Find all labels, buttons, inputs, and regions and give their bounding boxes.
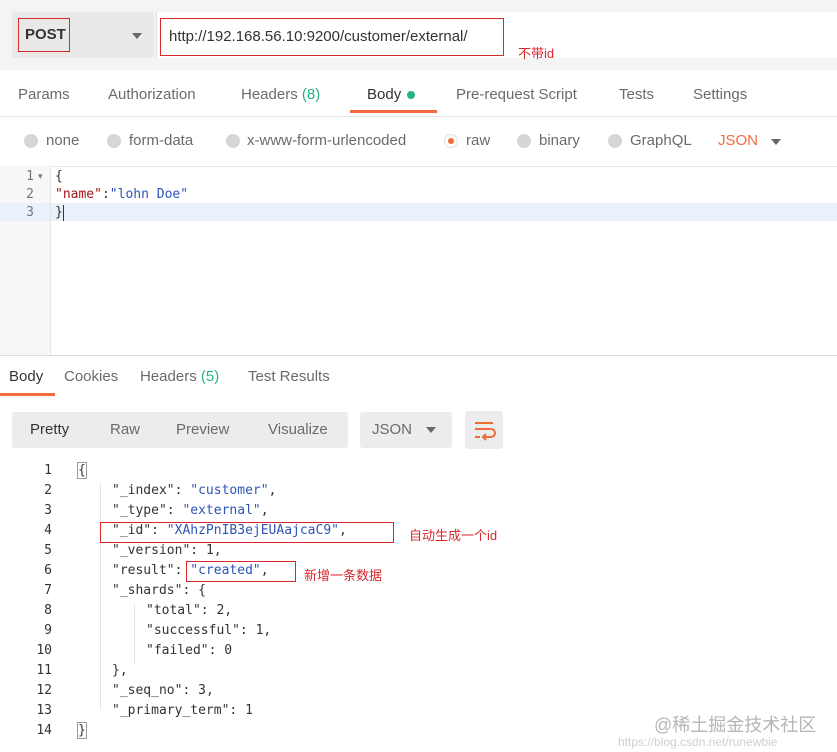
line-number: 3 [26, 205, 34, 220]
resp-active-tab-indicator [0, 393, 55, 396]
indent-guide [100, 484, 101, 710]
response-line-number: 14 [36, 723, 52, 738]
watermark-text: @稀土掘金技术社区 [654, 715, 817, 735]
bracket-match-highlight [77, 722, 87, 739]
response-line-number: 13 [36, 703, 52, 718]
radio-binary-label[interactable]: binary [539, 132, 580, 149]
response-line-number: 10 [36, 643, 52, 658]
method-label[interactable]: POST [18, 18, 70, 52]
watermark-url: https://blog.csdn.net/runewbie [618, 735, 778, 749]
gutter-divider [50, 166, 51, 356]
radio-graphql[interactable] [608, 134, 622, 148]
radio-urlencoded-label[interactable]: x-www-form-urlencoded [247, 132, 406, 149]
body-active-dot-icon [407, 91, 416, 100]
response-line-number: 1 [44, 463, 52, 478]
resp-tab-cookies[interactable]: Cookies [64, 368, 118, 385]
response-format-label[interactable]: JSON [372, 421, 412, 438]
result-annotation: 新增一条数据 [304, 568, 383, 583]
response-line-number: 11 [36, 663, 52, 678]
radio-none[interactable] [24, 134, 38, 148]
code-line: "name":"lohn Doe" [55, 187, 189, 202]
response-format-chevron-icon[interactable] [426, 427, 436, 433]
body-format-select[interactable]: JSON [718, 132, 758, 149]
radio-graphql-label[interactable]: GraphQL [630, 132, 692, 149]
response-line-number: 5 [44, 543, 52, 558]
headers-count-badge: (8) [301, 86, 321, 103]
response-code-line: "_seq_no": 3, [112, 683, 214, 698]
view-raw[interactable]: Raw [110, 421, 140, 438]
resp-headers-count-badge: (5) [200, 368, 220, 385]
radio-raw-label[interactable]: raw [466, 132, 490, 149]
bracket-match-highlight [77, 462, 87, 479]
view-pretty[interactable]: Pretty [30, 421, 69, 438]
response-code-line: "successful": 1, [146, 623, 272, 638]
active-tab-indicator [350, 110, 437, 113]
view-preview[interactable]: Preview [176, 421, 229, 438]
request-tabs: Params Authorization Headers (8) Body Pr… [0, 72, 837, 117]
response-line-number: 3 [44, 503, 52, 518]
tab-settings[interactable]: Settings [693, 86, 747, 103]
response-line-number: 9 [44, 623, 52, 638]
tab-body[interactable]: Body [367, 86, 416, 103]
response-code-line: "_index": "customer", [112, 483, 277, 498]
tab-pre-request-script[interactable]: Pre-request Script [456, 86, 577, 103]
line-number: 1 [26, 169, 34, 184]
tab-authorization[interactable]: Authorization [108, 86, 196, 103]
tab-headers-label: Headers [241, 86, 298, 103]
response-code-line: }, [112, 663, 128, 678]
response-line-number: 12 [36, 683, 52, 698]
radio-form-data-label[interactable]: form-data [129, 132, 193, 149]
radio-none-label[interactable]: none [46, 132, 79, 149]
format-chevron-down-icon[interactable] [771, 139, 781, 145]
response-line-number: 7 [44, 583, 52, 598]
response-code-line: "_type": "external", [112, 503, 269, 518]
wrap-lines-button[interactable] [465, 411, 503, 449]
code-line: { [55, 169, 63, 184]
response-line-number: 8 [44, 603, 52, 618]
response-divider [0, 355, 837, 356]
response-code-line: "_primary_term": 1 [112, 703, 253, 718]
indent-guide [134, 604, 135, 664]
tab-params[interactable]: Params [18, 86, 70, 103]
chevron-down-icon[interactable] [132, 33, 142, 39]
resp-tab-headers-label: Headers [140, 368, 197, 385]
resp-tab-body[interactable]: Body [9, 368, 43, 385]
radio-raw[interactable] [444, 134, 458, 148]
response-line-number: 6 [44, 563, 52, 578]
response-code-line: "total": 2, [146, 603, 233, 618]
tab-body-label: Body [367, 86, 402, 103]
radio-form-data[interactable] [107, 134, 121, 148]
line-number: 2 [26, 187, 34, 202]
radio-urlencoded[interactable] [226, 134, 240, 148]
text-cursor [63, 205, 64, 221]
resp-tab-test-results[interactable]: Test Results [248, 368, 330, 385]
id-highlight-box [100, 522, 394, 543]
id-annotation: 自动生成一个id [409, 528, 498, 543]
response-code-line: "_version": 1, [112, 543, 222, 558]
url-text[interactable]: http://192.168.56.10:9200/customer/exter… [160, 18, 504, 56]
tab-headers[interactable]: Headers (8) [241, 86, 320, 103]
response-line-number: 4 [44, 523, 52, 538]
code-line: } [55, 205, 63, 220]
tab-tests[interactable]: Tests [619, 86, 654, 103]
response-code-line: "_shards": { [112, 583, 206, 598]
result-highlight-box [186, 561, 296, 582]
response-code-line: "failed": 0 [146, 643, 233, 658]
url-annotation: 不带id [518, 46, 555, 61]
fold-chevron-icon[interactable]: ▾ [38, 171, 43, 182]
view-visualize[interactable]: Visualize [268, 421, 328, 438]
wrap-icon [475, 422, 496, 441]
radio-binary[interactable] [517, 134, 531, 148]
resp-tab-headers[interactable]: Headers (5) [140, 368, 219, 385]
response-line-number: 2 [44, 483, 52, 498]
active-line-highlight [0, 203, 837, 221]
